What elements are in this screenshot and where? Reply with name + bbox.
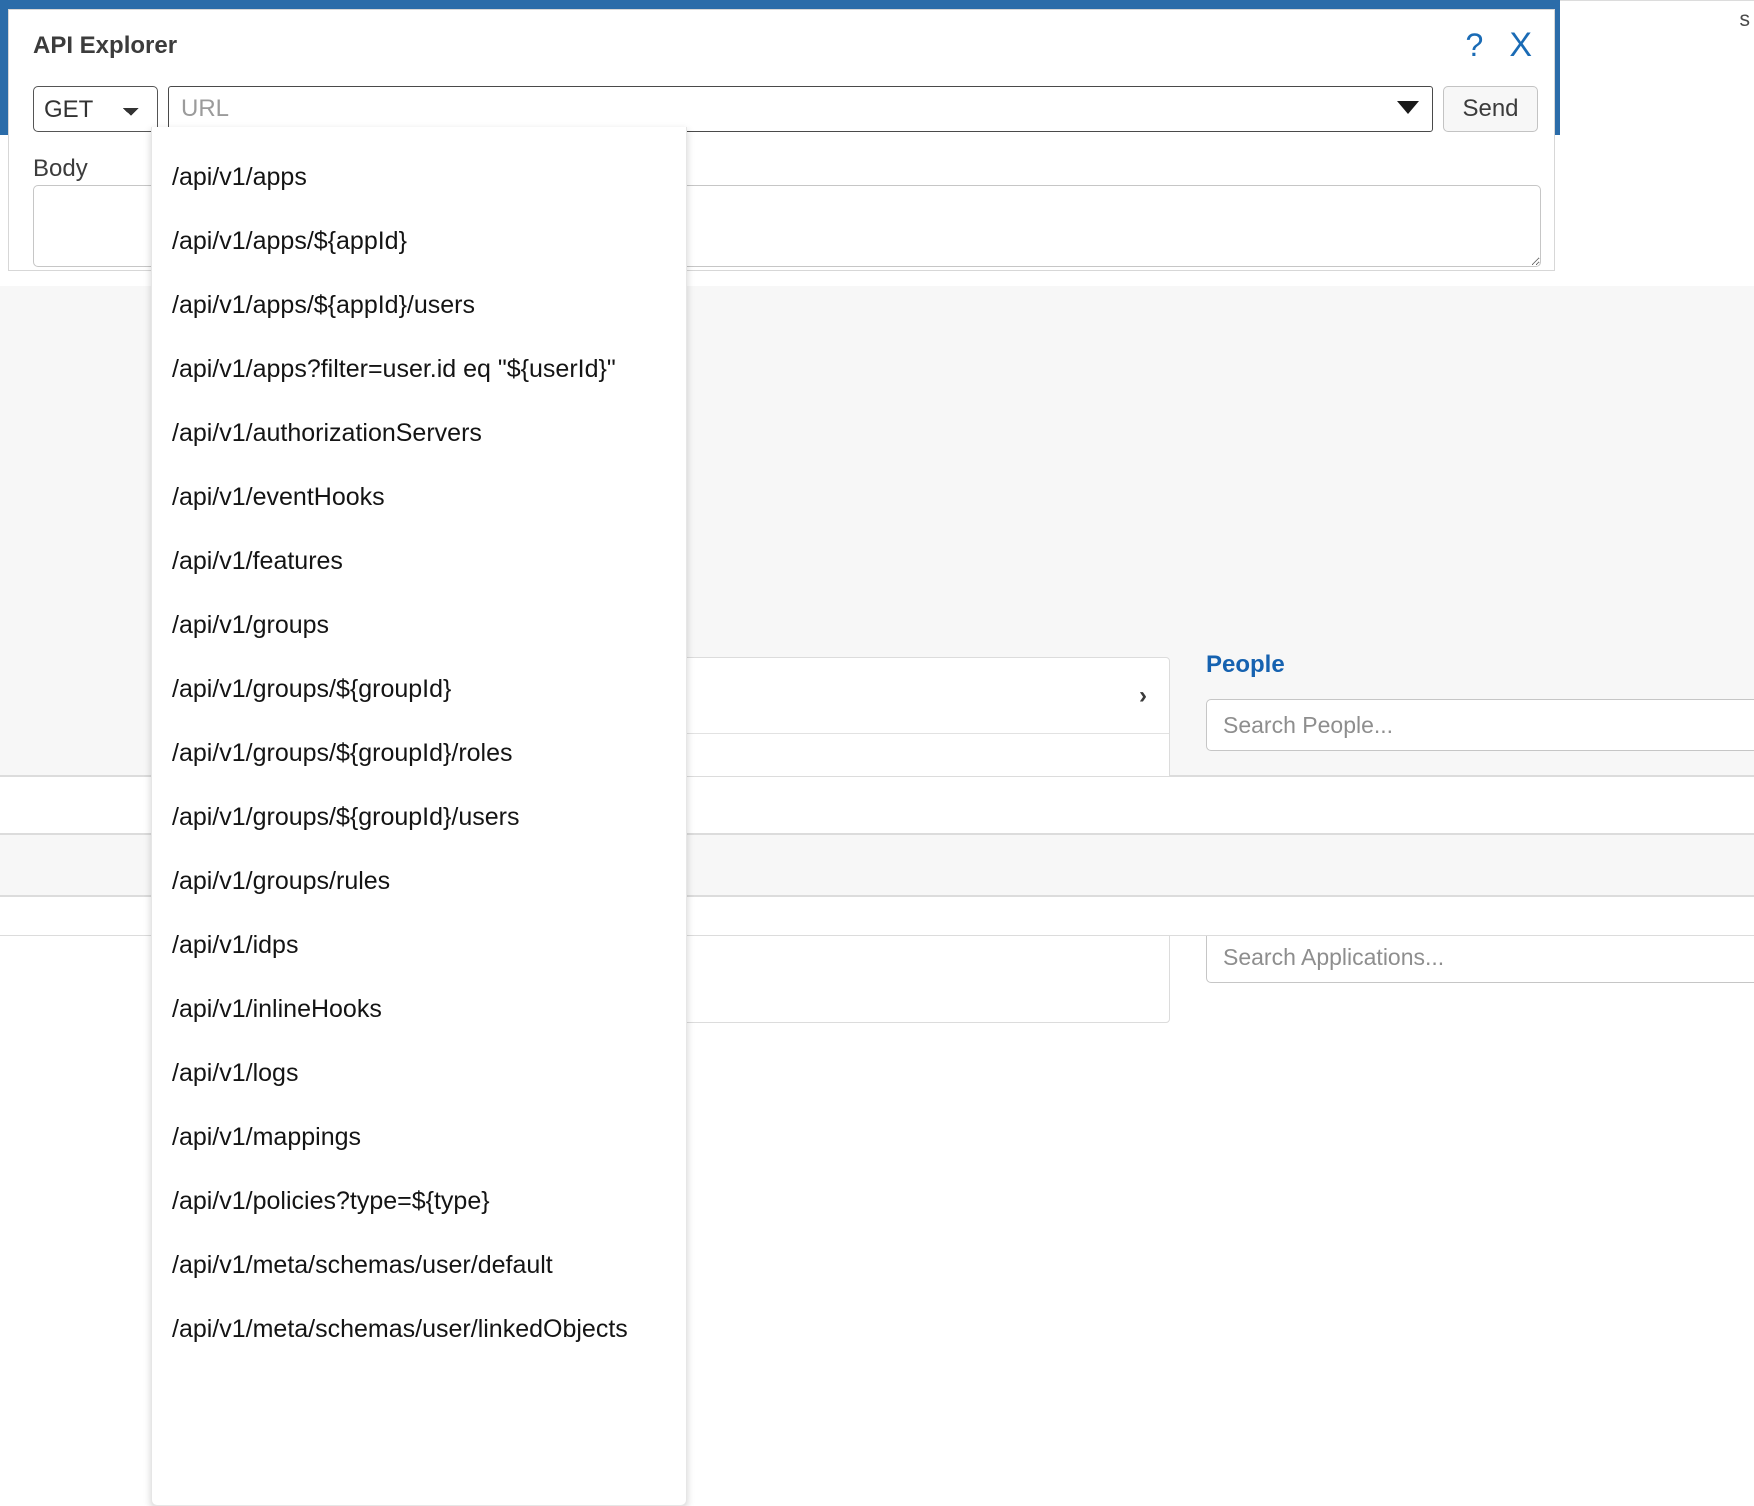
http-method-select[interactable]: GETPOSTPUTDELETE: [33, 86, 158, 132]
request-row: GETPOSTPUTDELETE Send: [33, 86, 1538, 132]
help-icon[interactable]: ?: [1466, 29, 1484, 61]
search-people-input[interactable]: Search People...: [1206, 699, 1754, 751]
url-suggestion-item[interactable]: /api/v1/groups/rules: [152, 849, 686, 913]
url-suggestion-item[interactable]: /api/v1/idps: [152, 913, 686, 977]
send-button[interactable]: Send: [1443, 86, 1538, 132]
url-suggestion-item[interactable]: /api/v1/features: [152, 529, 686, 593]
url-suggestion-item[interactable]: /api/v1/policies?type=${type}: [152, 1169, 686, 1233]
body-label: Body: [33, 155, 88, 183]
url-suggestion-item[interactable]: /api/v1/apps/${appId}: [152, 209, 686, 273]
url-suggestion-item[interactable]: /api/v1/meta/schemas/user/default: [152, 1233, 686, 1297]
search-applications-input[interactable]: Search Applications...: [1206, 931, 1754, 983]
url-suggestion-item[interactable]: /api/v1/apps: [152, 145, 686, 209]
url-suggestion-item[interactable]: /api/v1/apps/${appId}/users: [152, 273, 686, 337]
url-suggestion-item[interactable]: /api/v1/eventHooks: [152, 465, 686, 529]
close-icon[interactable]: X: [1509, 28, 1532, 62]
url-input[interactable]: [168, 86, 1433, 132]
url-suggestion-item[interactable]: /api/v1/groups: [152, 593, 686, 657]
people-section-title: People: [1206, 651, 1754, 679]
url-suggestion-item[interactable]: /api/v1/groups/${groupId}: [152, 657, 686, 721]
url-suggestion-item[interactable]: /api/v1/groups/${groupId}/users: [152, 785, 686, 849]
url-suggestion-item[interactable]: /api/v1/mappings: [152, 1105, 686, 1169]
url-suggestion-item[interactable]: /api/v1/authorizationServers: [152, 401, 686, 465]
url-suggestion-item[interactable]: /api/v1/logs: [152, 1041, 686, 1105]
url-field-wrap: [168, 86, 1433, 132]
url-suggestion-item[interactable]: /api/v1/meta/schemas/user/linkedObjects: [152, 1297, 686, 1361]
chevron-right-icon[interactable]: ›: [1139, 684, 1147, 708]
url-autocomplete-dropdown[interactable]: /api/v1/apps/api/v1/apps/${appId}/api/v1…: [151, 127, 687, 1506]
background-top-right-text: s: [1740, 8, 1751, 32]
url-suggestion-item[interactable]: /api/v1/groups/${groupId}/roles: [152, 721, 686, 785]
page-title: API Explorer: [33, 32, 177, 60]
modal-actions: ? X: [1466, 28, 1532, 62]
url-suggestion-item[interactable]: /api/v1/inlineHooks: [152, 977, 686, 1041]
url-suggestion-item[interactable]: /api/v1/apps?filter=user.id eq "${userId…: [152, 337, 686, 401]
